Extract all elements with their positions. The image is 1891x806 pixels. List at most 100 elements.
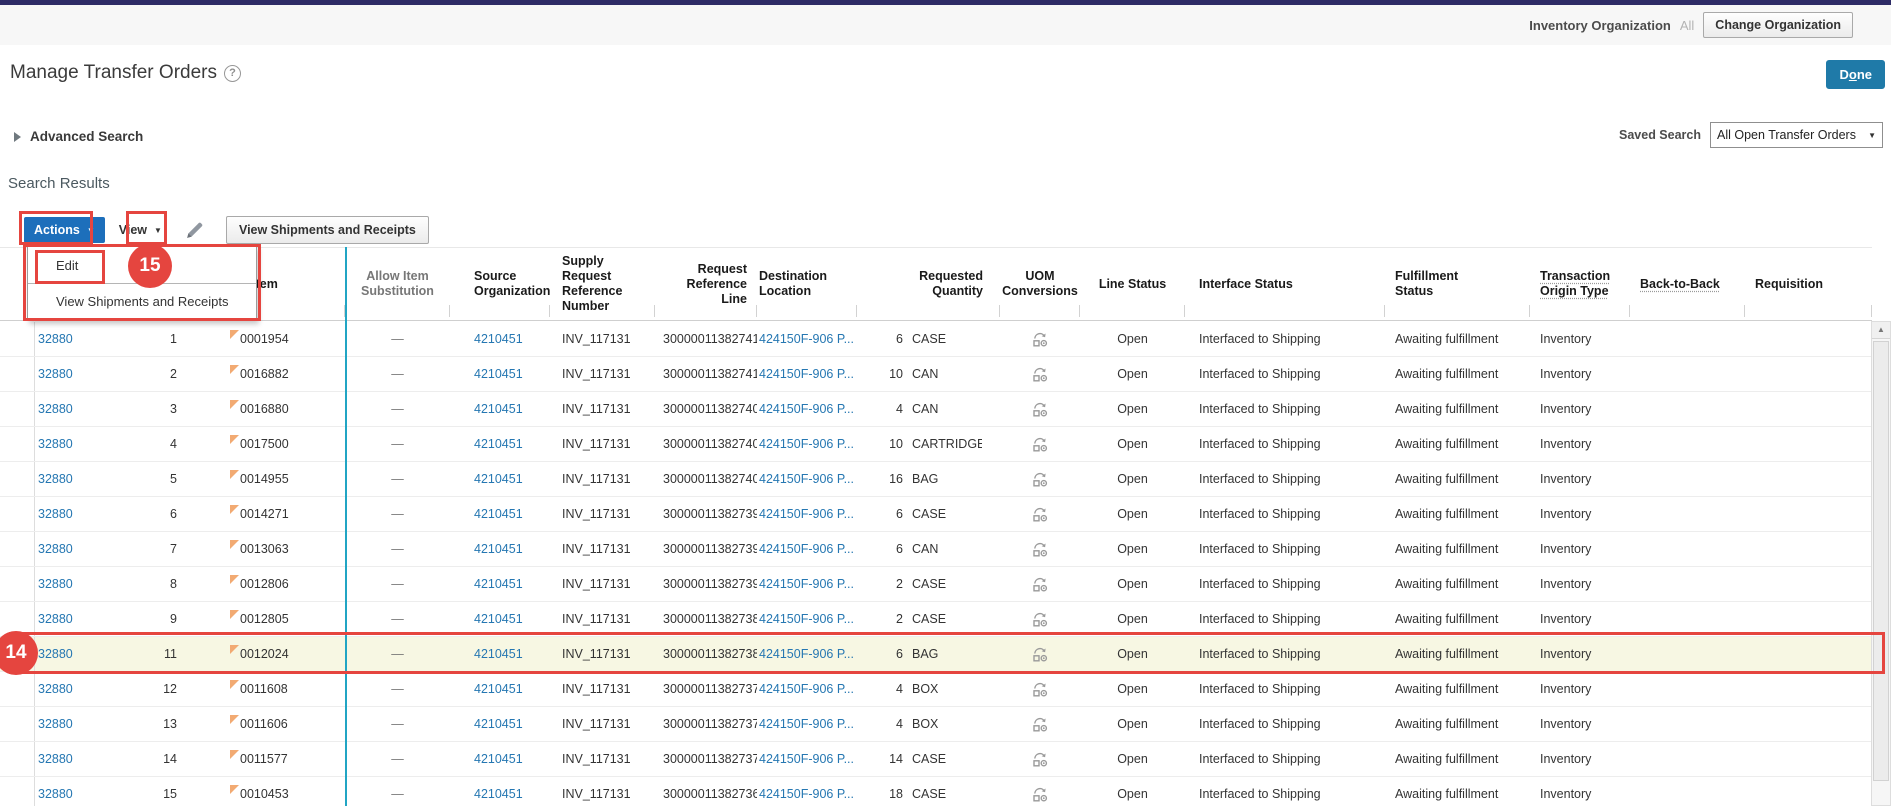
table-row[interactable]: 32880150010453—4210451INV_11713130000011… xyxy=(0,777,1872,806)
frozen-column-divider[interactable] xyxy=(345,247,347,806)
destination-location-link[interactable]: 424150F-906 P... xyxy=(759,437,854,451)
source-organization-link[interactable]: 4210451 xyxy=(474,542,523,556)
column-header-ref[interactable]: Request Reference Line xyxy=(655,248,757,320)
actions-menu-button[interactable]: Actions ▼ xyxy=(24,217,105,243)
uom-conversions-icon[interactable] xyxy=(1032,472,1048,488)
column-header-status[interactable]: Line Status xyxy=(1080,248,1185,320)
source-organization-link[interactable]: 4210451 xyxy=(474,437,523,451)
column-header-req[interactable]: Requisition xyxy=(1745,248,1872,320)
uom-conversions-icon[interactable] xyxy=(1032,647,1048,663)
scrollbar-thumb[interactable] xyxy=(1873,341,1889,781)
transfer-order-link[interactable]: 32880 xyxy=(38,682,73,696)
table-row[interactable]: 32880110012024—4210451INV_11713130000011… xyxy=(0,637,1872,672)
source-organization-link[interactable]: 4210451 xyxy=(474,367,523,381)
transfer-order-link[interactable]: 32880 xyxy=(38,472,73,486)
uom-conversions-icon[interactable] xyxy=(1032,332,1048,348)
destination-location-link[interactable]: 424150F-906 P... xyxy=(759,367,854,381)
column-header-supply[interactable]: Supply Request Reference Number xyxy=(550,248,655,320)
table-row[interactable]: 3288060014271—4210451INV_117131300000113… xyxy=(0,497,1872,532)
transfer-order-link[interactable]: 32880 xyxy=(38,647,73,661)
uom-conversions-icon[interactable] xyxy=(1032,542,1048,558)
table-row[interactable]: 3288010001954—4210451INV_117131300000113… xyxy=(0,322,1872,357)
saved-search-select[interactable]: All Open Transfer Orders ▼ xyxy=(1710,122,1883,148)
transfer-order-link[interactable]: 32880 xyxy=(38,367,73,381)
advanced-search-toggle[interactable]: Advanced Search xyxy=(14,129,143,144)
uom-conversions-icon[interactable] xyxy=(1032,402,1048,418)
table-row[interactable]: 3288050014955—4210451INV_117131300000113… xyxy=(0,462,1872,497)
uom-conversions-icon[interactable] xyxy=(1032,787,1048,803)
column-header-qty[interactable]: Requested Quantity xyxy=(857,248,1000,320)
column-header-uom[interactable]: UOM Conversions xyxy=(1000,248,1080,320)
source-organization-link[interactable]: 4210451 xyxy=(474,332,523,346)
item-flag-icon xyxy=(230,785,239,794)
change-organization-button[interactable]: Change Organization xyxy=(1703,12,1853,38)
help-icon[interactable]: ? xyxy=(224,65,241,82)
transfer-order-link[interactable]: 32880 xyxy=(38,612,73,626)
menu-item-view-shipments-and-receipts[interactable]: View Shipments and Receipts xyxy=(28,286,256,317)
view-shipments-receipts-button[interactable]: View Shipments and Receipts xyxy=(226,216,429,244)
table-row[interactable]: 32880130011606—4210451INV_11713130000011… xyxy=(0,707,1872,742)
table-row[interactable]: 32880140011577—4210451INV_11713130000011… xyxy=(0,742,1872,777)
uom-conversions-icon[interactable] xyxy=(1032,507,1048,523)
transfer-order-link[interactable]: 32880 xyxy=(38,752,73,766)
uom-conversions-icon[interactable] xyxy=(1032,577,1048,593)
column-header-origin[interactable]: Transaction Origin Type xyxy=(1530,248,1630,320)
table-row[interactable]: 3288030016880—4210451INV_117131300000113… xyxy=(0,392,1872,427)
transfer-order-link[interactable]: 32880 xyxy=(38,717,73,731)
column-header-interface[interactable]: Interface Status xyxy=(1185,248,1385,320)
edit-pencil-button[interactable] xyxy=(180,217,210,243)
column-header-allow[interactable]: Allow Item Substitution xyxy=(345,248,450,320)
column-header-dest[interactable]: Destination Location xyxy=(757,248,857,320)
transfer-order-link[interactable]: 32880 xyxy=(38,332,73,346)
destination-location-link[interactable]: 424150F-906 P... xyxy=(759,717,854,731)
destination-location-link[interactable]: 424150F-906 P... xyxy=(759,332,854,346)
source-organization-link[interactable]: 4210451 xyxy=(474,787,523,801)
scroll-up-icon[interactable]: ▲ xyxy=(1872,322,1890,339)
transfer-order-link[interactable]: 32880 xyxy=(38,437,73,451)
source-organization-link[interactable]: 4210451 xyxy=(474,472,523,486)
source-organization-link[interactable]: 4210451 xyxy=(474,507,523,521)
source-organization-link[interactable]: 4210451 xyxy=(474,682,523,696)
source-organization-link[interactable]: 4210451 xyxy=(474,647,523,661)
table-row[interactable]: 3288070013063—4210451INV_117131300000113… xyxy=(0,532,1872,567)
destination-location-link[interactable]: 424150F-906 P... xyxy=(759,787,854,801)
uom-conversions-icon[interactable] xyxy=(1032,437,1048,453)
source-organization-link[interactable]: 4210451 xyxy=(474,717,523,731)
column-header-b2b[interactable]: Back-to-Back xyxy=(1630,248,1745,320)
uom-conversions-icon[interactable] xyxy=(1032,752,1048,768)
table-row[interactable]: 3288020016882—4210451INV_117131300000113… xyxy=(0,357,1872,392)
transfer-order-link[interactable]: 32880 xyxy=(38,577,73,591)
transfer-order-link[interactable]: 32880 xyxy=(38,402,73,416)
destination-location-link[interactable]: 424150F-906 P... xyxy=(759,507,854,521)
uom-conversions-icon[interactable] xyxy=(1032,612,1048,628)
source-organization-link[interactable]: 4210451 xyxy=(474,612,523,626)
destination-location-link[interactable]: 424150F-906 P... xyxy=(759,472,854,486)
table-row[interactable]: 3288090012805—4210451INV_117131300000113… xyxy=(0,602,1872,637)
destination-location-link[interactable]: 424150F-906 P... xyxy=(759,402,854,416)
destination-location-link[interactable]: 424150F-906 P... xyxy=(759,752,854,766)
source-organization-link[interactable]: 4210451 xyxy=(474,752,523,766)
table-row[interactable]: 32880120011608—4210451INV_11713130000011… xyxy=(0,672,1872,707)
cell-allow-item-substitution: — xyxy=(345,707,450,741)
destination-location-link[interactable]: 424150F-906 P... xyxy=(759,612,854,626)
source-organization-link[interactable]: 4210451 xyxy=(474,402,523,416)
uom-conversions-icon[interactable] xyxy=(1032,717,1048,733)
uom-conversions-icon[interactable] xyxy=(1032,367,1048,383)
uom-conversions-icon[interactable] xyxy=(1032,682,1048,698)
column-header-source[interactable]: Source Organization xyxy=(450,248,550,320)
transfer-order-link[interactable]: 32880 xyxy=(38,507,73,521)
vertical-scrollbar[interactable]: ▲ xyxy=(1871,321,1891,806)
transfer-order-link[interactable]: 32880 xyxy=(38,542,73,556)
column-header-fulfill[interactable]: Fulfillment Status xyxy=(1385,248,1530,320)
destination-location-link[interactable]: 424150F-906 P... xyxy=(759,577,854,591)
table-row[interactable]: 3288080012806—4210451INV_117131300000113… xyxy=(0,567,1872,602)
cell-requisition xyxy=(1745,462,1872,496)
transfer-order-link[interactable]: 32880 xyxy=(38,787,73,801)
table-row[interactable]: 3288040017500—4210451INV_117131300000113… xyxy=(0,427,1872,462)
destination-location-link[interactable]: 424150F-906 P... xyxy=(759,647,854,661)
destination-location-link[interactable]: 424150F-906 P... xyxy=(759,542,854,556)
destination-location-link[interactable]: 424150F-906 P... xyxy=(759,682,854,696)
done-button[interactable]: Done xyxy=(1826,60,1885,89)
view-menu-button[interactable]: View ▼ xyxy=(119,223,162,237)
source-organization-link[interactable]: 4210451 xyxy=(474,577,523,591)
